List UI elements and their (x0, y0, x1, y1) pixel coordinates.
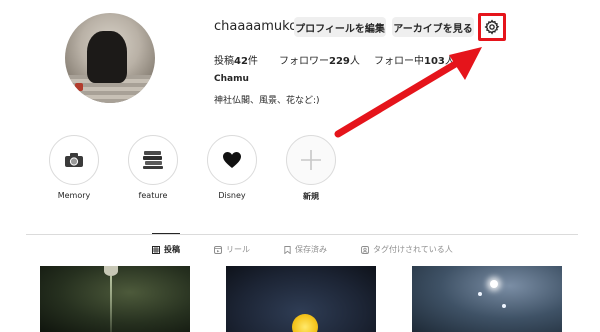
highlight-memory-cover (49, 135, 99, 185)
gear-icon (484, 19, 500, 35)
stat-following-suffix: 人 (444, 56, 455, 67)
tab-posts-label: 投稿 (164, 245, 180, 254)
post-thumbnail-detail (292, 314, 318, 332)
highlight-memory[interactable]: Memory (46, 135, 102, 200)
books-icon (143, 151, 163, 169)
profile-bio: 神社仏閣、風景、花など:) (214, 96, 320, 106)
highlight-new-label: 新規 (303, 192, 319, 201)
highlight-disney-label: Disney (218, 191, 246, 200)
stat-followers-suffix: 人 (349, 56, 360, 67)
highlight-feature[interactable]: feature (125, 135, 181, 200)
profile-avatar[interactable] (65, 13, 155, 103)
stat-followers[interactable]: フォロワー229人 (279, 52, 360, 67)
tab-tagged-label: タグ付けされている人 (373, 245, 453, 254)
tab-reels[interactable]: リール (214, 244, 250, 255)
profile-username: chaaaamuko (214, 19, 298, 34)
tab-saved-label: 保存済み (295, 245, 327, 254)
stat-posts: 投稿42件 (214, 52, 258, 67)
highlight-memory-label: Memory (57, 191, 91, 200)
post-thumbnail-detail (490, 280, 498, 288)
stat-posts-suffix: 件 (247, 56, 258, 67)
highlight-new-cover (286, 135, 336, 185)
tab-saved[interactable]: 保存済み (284, 244, 327, 255)
highlight-feature-label: feature (138, 191, 168, 200)
tag-person-icon (361, 245, 369, 254)
highlight-feature-cover (128, 135, 178, 185)
view-archive-button[interactable]: アーカイブを見る (392, 17, 474, 37)
settings-button[interactable] (478, 13, 506, 41)
avatar-photo-detail (75, 83, 83, 91)
highlight-disney-cover (207, 135, 257, 185)
highlight-disney[interactable]: Disney (204, 135, 260, 200)
stat-posts-count: 42 (234, 56, 248, 67)
profile-display-name: Chamu (214, 74, 249, 84)
tab-posts[interactable]: 投稿 (152, 233, 180, 255)
tabs-divider (26, 234, 578, 235)
bookmark-icon (284, 245, 291, 254)
stat-following[interactable]: フォロー中103人 (374, 52, 455, 67)
heart-icon (223, 152, 241, 168)
highlight-new[interactable]: 新規 (283, 135, 339, 202)
plus-icon (301, 150, 321, 170)
reel-icon (214, 245, 222, 254)
post-thumbnail[interactable] (412, 266, 562, 332)
stat-followers-prefix: フォロワー (279, 56, 329, 67)
edit-profile-button[interactable]: プロフィールを編集 (294, 17, 386, 37)
stat-followers-count: 229 (329, 56, 350, 67)
post-thumbnail-detail (110, 276, 112, 332)
stat-following-count: 103 (424, 56, 445, 67)
post-thumbnail-detail (104, 266, 118, 276)
grid-icon (152, 245, 160, 254)
avatar-photo-figure (87, 31, 127, 83)
post-thumbnail[interactable] (226, 266, 376, 332)
stat-following-prefix: フォロー中 (374, 56, 424, 67)
camera-icon (65, 153, 83, 167)
tab-reels-label: リール (226, 245, 250, 254)
stat-posts-prefix: 投稿 (214, 56, 234, 67)
post-thumbnail[interactable] (40, 266, 190, 332)
tab-tagged[interactable]: タグ付けされている人 (361, 244, 453, 255)
